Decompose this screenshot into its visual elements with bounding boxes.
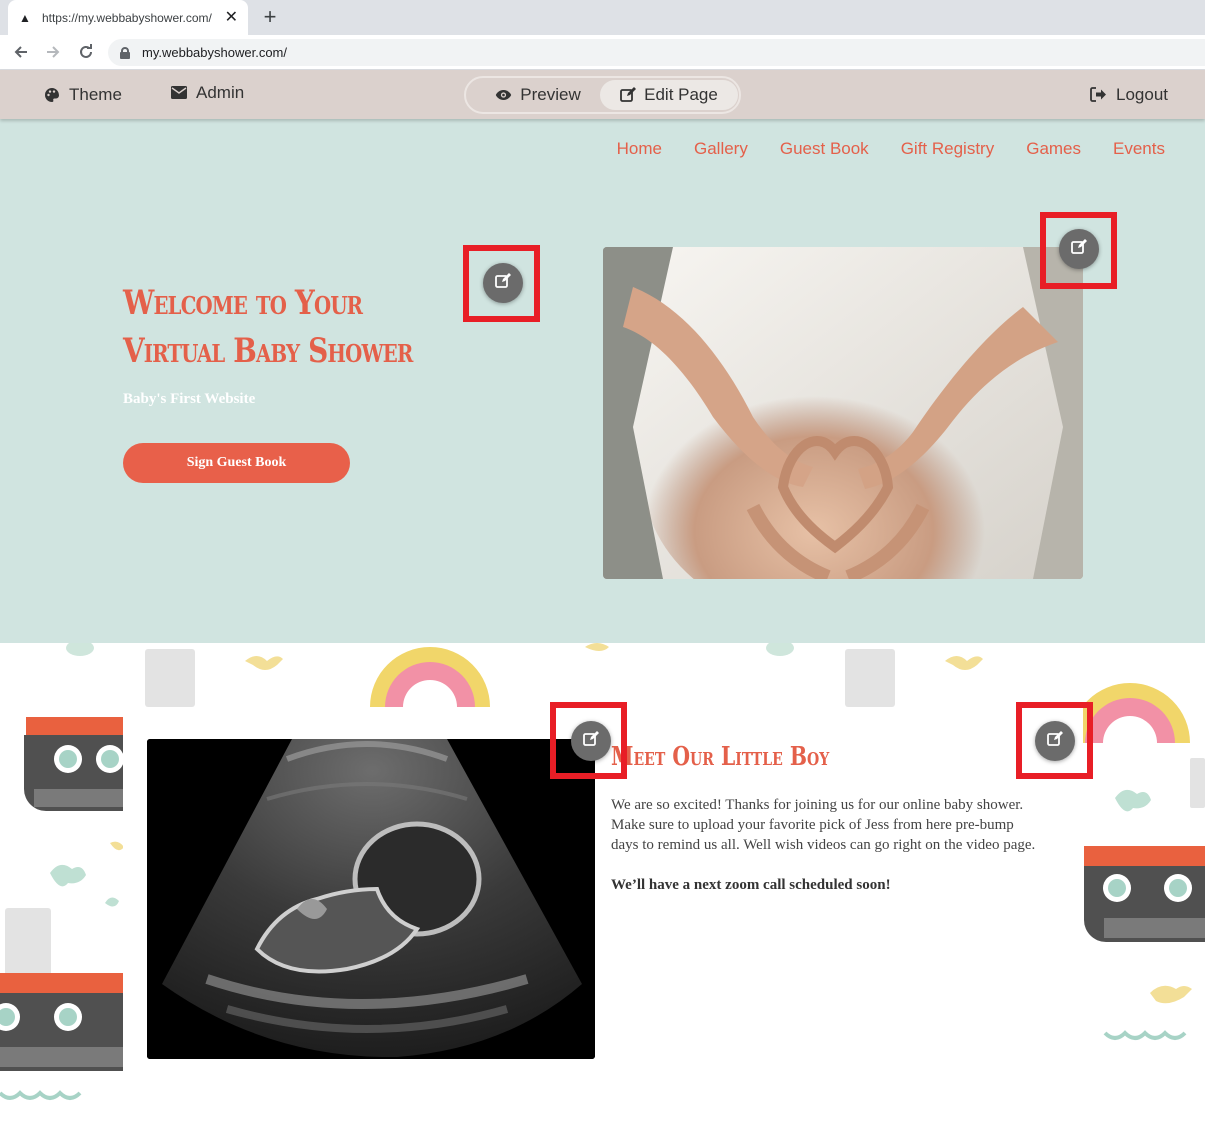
nav-gallery[interactable]: Gallery: [694, 139, 748, 159]
hero-subtitle: Baby's First Website: [123, 391, 256, 407]
theme-label: Theme: [69, 84, 122, 104]
intro-note: We’ll have a next zoom call scheduled so…: [611, 877, 891, 893]
admin-label: Admin: [196, 82, 245, 102]
envelope-icon: [171, 86, 187, 99]
url-text: my.webbabyshower.com/: [142, 45, 287, 60]
close-tab-icon[interactable]: ✕: [225, 9, 238, 26]
edit-icon: [1047, 730, 1063, 752]
eye-icon: [495, 89, 512, 101]
ultrasound-scan: [147, 739, 595, 1059]
intro-paragraph: We are so excited! Thanks for joining us…: [611, 797, 1036, 853]
edit-hero-photo-button[interactable]: [1059, 229, 1099, 269]
tab-title: https://my.webbabyshower.com/: [41, 10, 212, 25]
nav-home[interactable]: Home: [617, 139, 662, 159]
favicon-icon: ▲: [19, 10, 31, 25]
edit-page-button[interactable]: Edit Page: [600, 80, 738, 110]
edit-page-label: Edit Page: [644, 85, 718, 104]
preview-button[interactable]: Preview: [474, 80, 602, 110]
reload-icon[interactable]: [75, 41, 97, 63]
nav-gift-registry[interactable]: Gift Registry: [901, 139, 995, 159]
edit-icon: [1071, 238, 1087, 260]
browser-tab[interactable]: ▲ https://my.webbabyshower.com/ ✕: [8, 0, 248, 35]
edit-icon: [620, 87, 637, 103]
preview-label: Preview: [520, 85, 581, 104]
admin-button[interactable]: Admin: [171, 68, 244, 117]
lock-icon: [120, 46, 130, 59]
intro-title: Meet Our Little Boy: [611, 742, 830, 772]
hero-photo: [603, 247, 1083, 579]
sign-guest-book-button[interactable]: Sign Guest Book: [123, 443, 350, 483]
edit-ultrasound-button[interactable]: [571, 721, 611, 761]
logout-button[interactable]: Logout: [1090, 70, 1168, 119]
forward-icon[interactable]: [42, 41, 64, 63]
editor-bar: Theme Admin Preview Edit Page Logout: [0, 70, 1205, 119]
edit-icon: [583, 730, 599, 752]
edit-title-button[interactable]: [483, 263, 523, 303]
edit-icon: [495, 272, 511, 294]
browser-toolbar: my.webbabyshower.com/: [0, 35, 1205, 70]
address-bar[interactable]: my.webbabyshower.com/: [108, 39, 1205, 66]
hero-title: Welcome to Your Virtual Baby Shower: [123, 283, 413, 371]
back-icon[interactable]: [10, 41, 32, 63]
site-nav: Home Gallery Guest Book Gift Registry Ga…: [617, 139, 1165, 159]
nav-events[interactable]: Events: [1113, 139, 1165, 159]
new-tab-icon[interactable]: +: [258, 4, 282, 29]
nav-games[interactable]: Games: [1026, 139, 1081, 159]
nav-guest-book[interactable]: Guest Book: [780, 139, 869, 159]
sign-out-icon: [1090, 87, 1107, 102]
pregnant-belly-hands-photo: [603, 247, 1083, 579]
edit-intro-text-button[interactable]: [1035, 721, 1075, 761]
theme-button[interactable]: Theme: [44, 70, 122, 119]
browser-tabstrip: ▲ https://my.webbabyshower.com/ ✕ +: [0, 0, 1205, 35]
ultrasound-image: [147, 739, 595, 1059]
mode-toggle: Preview Edit Page: [464, 76, 741, 114]
hero-section: Home Gallery Guest Book Gift Registry Ga…: [0, 119, 1205, 643]
intro-body: We are so excited! Thanks for joining us…: [611, 795, 1041, 895]
logout-label: Logout: [1116, 84, 1168, 104]
palette-icon: [44, 87, 60, 103]
